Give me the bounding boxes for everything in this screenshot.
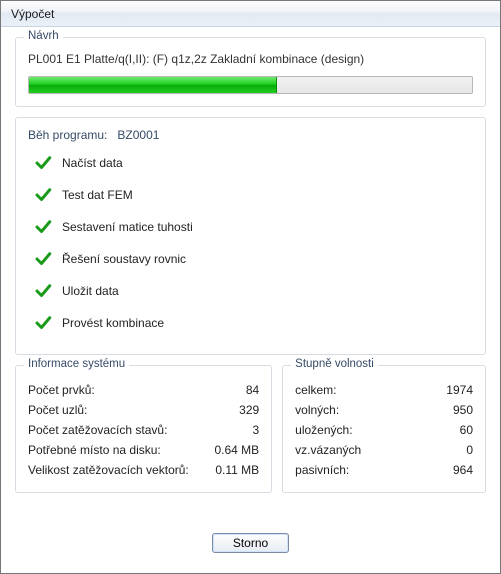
info-value: 950 — [423, 403, 473, 417]
step-label: Řešení soustavy rovnic — [62, 252, 186, 266]
sysinfo-group: Informace systému Počet prvků:84Počet uz… — [15, 365, 272, 493]
check-icon — [34, 282, 52, 300]
step-item: Načíst data — [34, 150, 473, 176]
info-value: 0 — [423, 443, 473, 457]
window-title: Výpočet — [11, 7, 54, 21]
info-value: 84 — [209, 383, 259, 397]
info-key: Počet prvků: — [28, 383, 95, 397]
info-row-item: celkem: 1974 — [295, 380, 473, 400]
info-row-item: Počet uzlů: 329 — [28, 400, 259, 420]
cancel-button[interactable]: Storno — [212, 533, 289, 553]
step-item: Test dat FEM — [34, 182, 473, 208]
info-key: vz.vázaných — [295, 443, 361, 457]
content-area: Návrh PL001 E1 Platte/q(I,II): (F) q1z,2… — [1, 27, 500, 573]
info-row-item: Počet prvků: 84 — [28, 380, 259, 400]
spacer — [15, 503, 486, 517]
check-icon — [34, 218, 52, 236]
info-row-item: Velikost zatěžovacích vektorů: 0.11 MB — [28, 460, 259, 480]
progress-bar — [28, 76, 473, 94]
dialog-window: Výpočet Návrh PL001 E1 Platte/q(I,II): (… — [0, 0, 501, 574]
info-key: Počet uzlů: — [28, 403, 87, 417]
dof-group: Stupně volnosti celkem:1974volných:950ul… — [282, 365, 486, 493]
info-row-item: Potřebné místo na disku: 0.64 MB — [28, 440, 259, 460]
titlebar: Výpočet — [1, 1, 500, 27]
info-key: volných: — [295, 403, 339, 417]
info-value: 329 — [209, 403, 259, 417]
run-program-name: BZ0001 — [117, 128, 159, 142]
step-label: Uložit data — [62, 284, 119, 298]
run-title: Běh programu: BZ0001 — [28, 128, 473, 142]
step-item: Řešení soustavy rovnic — [34, 246, 473, 272]
dof-group-title: Stupně volnosti — [291, 358, 378, 370]
step-list: Načíst data Test dat FEM Sestavení matice … — [28, 150, 473, 336]
design-group: Návrh PL001 E1 Platte/q(I,II): (F) q1z,2… — [15, 37, 486, 107]
dof-rows: celkem: 1974 volných: 950 uložených: 60 vz.váz… — [295, 380, 473, 480]
run-title-prefix: Běh programu: — [28, 128, 107, 142]
sysinfo-group-title: Informace systému — [24, 358, 129, 370]
info-key: Počet zatěžovacích stavů: — [28, 423, 167, 437]
progress-fill — [29, 77, 277, 93]
check-icon — [34, 186, 52, 204]
design-group-title: Návrh — [24, 30, 63, 42]
step-label: Provést kombinace — [62, 316, 164, 330]
step-label: Sestavení matice tuhosti — [62, 220, 193, 234]
info-value: 964 — [423, 463, 473, 477]
step-item: Provést kombinace — [34, 310, 473, 336]
step-item: Uložit data — [34, 278, 473, 304]
check-icon — [34, 250, 52, 268]
info-row-item: volných: 950 — [295, 400, 473, 420]
check-icon — [34, 154, 52, 172]
info-key: Velikost zatěžovacích vektorů: — [28, 463, 189, 477]
info-row-item: pasivních: 964 — [295, 460, 473, 480]
info-row-item: vz.vázaných 0 — [295, 440, 473, 460]
info-row: Informace systému Počet prvků:84Počet uz… — [15, 365, 486, 493]
info-value: 0.64 MB — [209, 443, 259, 457]
sysinfo-rows: Počet prvků: 84 Počet uzlů: 329 Počet zatěžo… — [28, 380, 259, 480]
info-row-item: uložených: 60 — [295, 420, 473, 440]
info-key: pasivních: — [295, 463, 349, 477]
step-label: Načíst data — [62, 156, 123, 170]
footer: Storno — [15, 527, 486, 567]
check-icon — [34, 314, 52, 332]
info-value: 0.11 MB — [209, 463, 259, 477]
info-key: celkem: — [295, 383, 336, 397]
info-key: Potřebné místo na disku: — [28, 443, 161, 457]
design-description: PL001 E1 Platte/q(I,II): (F) q1z,2z Zakl… — [28, 52, 473, 66]
info-value: 60 — [423, 423, 473, 437]
info-value: 3 — [209, 423, 259, 437]
step-item: Sestavení matice tuhosti — [34, 214, 473, 240]
info-row-item: Počet zatěžovacích stavů: 3 — [28, 420, 259, 440]
run-group: Běh programu: BZ0001 Načíst data Test dat… — [15, 117, 486, 355]
info-value: 1974 — [423, 383, 473, 397]
info-key: uložených: — [295, 423, 352, 437]
step-label: Test dat FEM — [62, 188, 133, 202]
